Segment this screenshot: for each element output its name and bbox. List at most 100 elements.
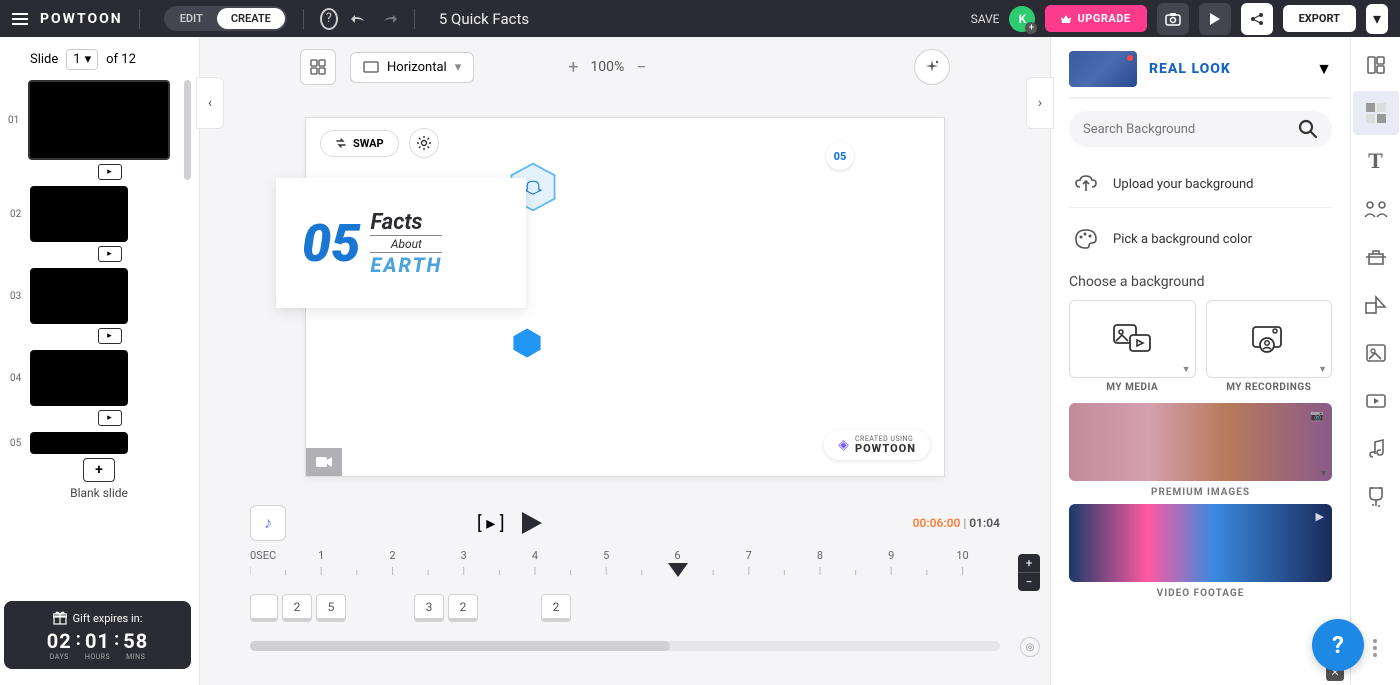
video-indicator[interactable] xyxy=(306,448,342,476)
mode-toggle: EDIT CREATE xyxy=(164,6,287,31)
upload-background-button[interactable]: Upload your background xyxy=(1069,161,1332,207)
timeline-clip[interactable]: 2 xyxy=(541,594,571,622)
slide-of-label: of 12 xyxy=(106,52,136,67)
tab-sound[interactable] xyxy=(1353,427,1399,471)
orientation-select[interactable]: Horizontal ▾ xyxy=(350,52,474,83)
next-slide-button[interactable]: › xyxy=(1026,77,1054,129)
ai-generate-button[interactable] xyxy=(914,49,950,85)
layout-grid-button[interactable] xyxy=(300,49,336,85)
tab-shapes[interactable] xyxy=(1353,283,1399,327)
timeline-clip[interactable] xyxy=(250,594,278,622)
my-recordings-card[interactable]: ▼ xyxy=(1206,300,1333,378)
gift-countdown[interactable]: Gift expires in: 02DAYS : 01HOURS : 58MI… xyxy=(4,601,191,669)
zoom-in-button[interactable]: + xyxy=(568,57,578,78)
slide-thumbnail[interactable]: 03 xyxy=(30,268,191,324)
zoom-value: 100% xyxy=(590,59,624,75)
play-range-button[interactable]: [ ▸ ] xyxy=(477,513,505,534)
timeline-zoom-out[interactable]: − xyxy=(1018,573,1040,591)
export-button[interactable]: EXPORT xyxy=(1283,5,1356,32)
theme-thumbnail[interactable] xyxy=(1069,51,1137,87)
video-footage-card[interactable]: ▶ xyxy=(1069,504,1332,582)
canvas-stage[interactable]: SWAP 05 05 Facts About EARTH ◈ xyxy=(305,117,945,477)
add-user-icon[interactable]: + xyxy=(1025,22,1037,34)
total-time: 01:04 xyxy=(969,516,1000,530)
current-time: 00:06:00 xyxy=(913,516,961,530)
swap-button[interactable]: SWAP xyxy=(320,130,399,157)
timeline-clip[interactable]: 3 xyxy=(414,594,444,622)
menu-hamburger[interactable] xyxy=(12,13,28,25)
scrollbar-thumb[interactable] xyxy=(184,80,191,180)
tab-videos[interactable] xyxy=(1353,379,1399,423)
transition-button[interactable] xyxy=(98,328,122,344)
timeline-clip[interactable]: 5 xyxy=(316,594,346,622)
gear-icon xyxy=(416,135,432,151)
hexagon-fill-shape[interactable] xyxy=(510,326,544,360)
right-panel: REAL LOOK ▼ Upload your background Pick … xyxy=(1050,37,1400,685)
timeline-zoom: + − xyxy=(1018,554,1040,591)
redo-icon[interactable] xyxy=(380,10,398,28)
search-background-input[interactable] xyxy=(1083,122,1298,137)
export-dropdown[interactable]: ▾ xyxy=(1366,4,1388,34)
watermark[interactable]: ◈ CREATED USING POWTOON xyxy=(824,430,930,460)
undo-icon[interactable] xyxy=(350,10,368,28)
title-block[interactable]: 05 Facts About EARTH xyxy=(276,178,526,308)
scrollbar-thumb[interactable] xyxy=(250,641,670,651)
capture-button[interactable] xyxy=(1157,3,1189,35)
transition-button[interactable] xyxy=(98,410,122,426)
corner-badge[interactable]: 05 xyxy=(826,142,854,170)
tab-layouts[interactable] xyxy=(1353,43,1399,87)
help-fab[interactable]: ? xyxy=(1312,619,1364,671)
tab-specials[interactable] xyxy=(1353,475,1399,519)
timeline-clip[interactable]: 2 xyxy=(282,594,312,622)
slide-thumbnail[interactable]: 04 xyxy=(30,350,191,406)
timeline-clip[interactable]: 2 xyxy=(448,594,478,622)
more-options-button[interactable] xyxy=(1366,639,1384,657)
pick-color-button[interactable]: Pick a background color xyxy=(1069,216,1332,262)
search-icon[interactable] xyxy=(1298,119,1318,139)
tab-background[interactable] xyxy=(1353,91,1399,135)
blank-slide-label: Blank slide xyxy=(28,486,170,500)
canvas-area: ‹ › Horizontal ▾ + 100% − SWAP xyxy=(200,37,1050,685)
slide-thumbnail[interactable]: 02 xyxy=(30,186,191,242)
timeline-scrollbar[interactable]: ◎ xyxy=(250,641,1000,651)
slide-thumbnail[interactable]: 05 xyxy=(30,432,191,454)
timeline-zoom-in[interactable]: + xyxy=(1018,554,1040,573)
choose-background-heading: Choose a background xyxy=(1069,274,1332,290)
zoom-out-button[interactable]: − xyxy=(636,57,646,78)
settings-button[interactable] xyxy=(409,128,439,158)
user-avatar[interactable]: K + xyxy=(1009,6,1035,32)
tab-props[interactable] xyxy=(1353,235,1399,279)
play-button[interactable] xyxy=(519,510,545,536)
timeline-ruler[interactable]: 0SEC 1 2 3 4 5 6 7 8 9 10 xyxy=(250,549,1000,589)
music-button[interactable]: ♪ xyxy=(250,505,286,541)
slide-selector[interactable]: 1 ▾ xyxy=(66,49,98,70)
app-header: POWTOON EDIT CREATE ? 5 Quick Facts SAVE… xyxy=(0,0,1400,37)
playhead[interactable] xyxy=(668,563,688,577)
logo: POWTOON xyxy=(40,11,123,27)
project-title[interactable]: 5 Quick Facts xyxy=(439,10,529,28)
my-media-card[interactable]: ▼ xyxy=(1069,300,1196,378)
tab-images[interactable] xyxy=(1353,331,1399,375)
create-mode-button[interactable]: CREATE xyxy=(217,8,285,29)
prev-slide-button[interactable]: ‹ xyxy=(196,77,224,129)
video-icon: ▶ xyxy=(1316,510,1324,523)
tab-characters[interactable] xyxy=(1353,187,1399,231)
slide-thumbnail[interactable]: 01 xyxy=(8,80,191,160)
transition-button[interactable] xyxy=(98,246,122,262)
edit-mode-button[interactable]: EDIT xyxy=(166,8,217,29)
divider xyxy=(414,9,415,29)
tab-text[interactable]: T xyxy=(1353,139,1399,183)
slides-list: 01 02 03 04 05 xyxy=(8,80,191,593)
add-blank-slide-button[interactable]: + xyxy=(83,458,115,482)
upgrade-button[interactable]: UPGRADE xyxy=(1045,5,1146,32)
timeline-target-button[interactable]: ◎ xyxy=(1020,637,1040,657)
divider xyxy=(303,9,304,29)
transition-button[interactable] xyxy=(98,164,122,180)
help-icon[interactable]: ? xyxy=(320,10,338,28)
theme-dropdown[interactable]: ▼ xyxy=(1316,59,1332,79)
preview-play-button[interactable] xyxy=(1199,3,1231,35)
share-button[interactable] xyxy=(1241,3,1273,35)
slide-label: Slide xyxy=(30,52,58,67)
premium-images-card[interactable]: ▼ xyxy=(1069,403,1332,481)
save-button[interactable]: SAVE xyxy=(971,12,1000,26)
